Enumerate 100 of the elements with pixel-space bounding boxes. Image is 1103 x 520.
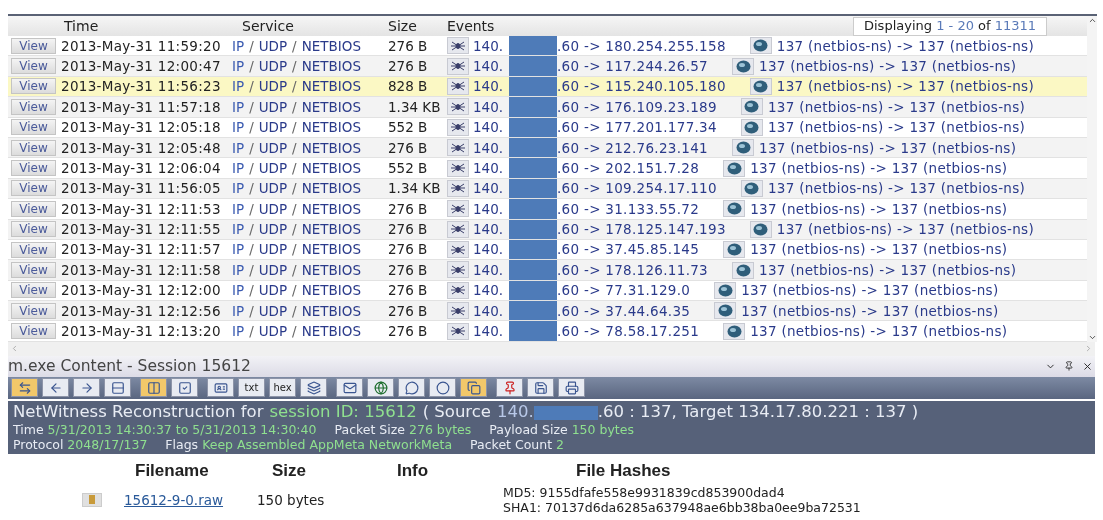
toolbar-button[interactable]: hex <box>269 378 296 398</box>
source-ip[interactable]: 140. <box>473 35 509 56</box>
source-ip[interactable]: 140. <box>473 300 509 321</box>
service-link[interactable]: UDP <box>258 76 288 97</box>
ports-link[interactable]: 137 (netbios-ns) -> 137 (netbios-ns) <box>759 137 1017 158</box>
pin-icon[interactable] <box>1064 361 1074 372</box>
source-ip[interactable]: 140. <box>473 157 509 179</box>
ports-link[interactable]: 137 (netbios-ns) -> 137 (netbios-ns) <box>750 157 1008 179</box>
ports-link[interactable]: 137 (netbios-ns) -> 137 (netbios-ns) <box>776 35 1034 56</box>
destination-ip[interactable]: .60 -> 117.244.26.57 <box>557 55 708 77</box>
table-row[interactable]: View 2013-May-31 12:12:00 IP / UDP / NETBIOS 276 B 140. .60 -> 77.31.129.0 137 (netbios-ns) -> 137 (netbios-ns) <box>8 280 1087 302</box>
ports-link[interactable]: 137 (netbios-ns) -> 137 (netbios-ns) <box>767 96 1026 117</box>
ports-link[interactable]: 137 (netbios-ns) -> 137 (netbios-ns) <box>750 198 1008 219</box>
service-link[interactable]: IP <box>232 178 245 199</box>
service-link[interactable]: NETBIOS <box>301 157 361 179</box>
source-ip[interactable]: 140. <box>473 280 509 301</box>
service-link[interactable]: NETBIOS <box>301 280 361 301</box>
view-button[interactable]: View <box>11 78 56 95</box>
table-row[interactable]: View 2013-May-31 12:05:18 IP / UDP / NETBIOS 552 B 140. .60 -> 177.201.177.34 137 (netbios-ns) -> 137 (netbios-ns) <box>8 117 1087 138</box>
ports-link[interactable]: 137 (netbios-ns) -> 137 (netbios-ns) <box>767 117 1026 138</box>
view-button[interactable]: View <box>11 323 56 340</box>
view-button[interactable]: View <box>11 160 56 177</box>
service-link[interactable]: IP <box>232 219 245 240</box>
close-icon[interactable] <box>1082 360 1093 372</box>
destination-ip[interactable]: .60 -> 212.76.23.141 <box>557 137 708 158</box>
service-link[interactable]: NETBIOS <box>301 300 361 321</box>
toolbar-button[interactable] <box>367 378 394 398</box>
service-link[interactable]: UDP <box>258 219 288 240</box>
view-button[interactable]: View <box>11 200 56 217</box>
service-link[interactable]: IP <box>232 96 245 117</box>
ports-link[interactable]: 137 (netbios-ns) -> 137 (netbios-ns) <box>776 219 1034 240</box>
service-link[interactable]: NETBIOS <box>301 219 361 240</box>
destination-ip[interactable]: .60 -> 77.31.129.0 <box>557 280 691 301</box>
table-row[interactable]: View 2013-May-31 11:57:18 IP / UDP / NETBIOS 1.34 KB 140. .60 -> 176.109.23.189 137 (netbios-ns) -> 137 (netbios-ns) <box>8 97 1087 118</box>
destination-ip[interactable]: .60 -> 109.254.17.110 <box>557 178 717 199</box>
service-link[interactable]: IP <box>232 76 245 97</box>
service-link[interactable]: UDP <box>258 55 288 77</box>
service-link[interactable]: UDP <box>258 280 288 301</box>
table-row[interactable]: View 2013-May-31 12:13:20 IP / UDP / NETBIOS 276 B 140. .60 -> 78.58.17.251 137 (netbios-ns) -> 137 (netbios-ns) <box>8 321 1087 342</box>
source-ip[interactable]: 140. <box>473 96 509 117</box>
ports-link[interactable]: 137 (netbios-ns) -> 137 (netbios-ns) <box>741 300 999 321</box>
service-link[interactable]: UDP <box>258 239 288 260</box>
destination-ip[interactable]: .60 -> 37.44.64.35 <box>557 300 691 321</box>
view-button[interactable]: View <box>11 282 56 299</box>
service-link[interactable]: UDP <box>258 178 288 199</box>
ports-link[interactable]: 137 (netbios-ns) -> 137 (netbios-ns) <box>750 239 1008 260</box>
service-link[interactable]: IP <box>232 198 245 219</box>
toolbar-button[interactable] <box>11 378 38 398</box>
toolbar-button[interactable] <box>171 378 198 398</box>
ports-link[interactable]: 137 (netbios-ns) -> 137 (netbios-ns) <box>741 280 999 301</box>
service-link[interactable]: UDP <box>258 117 288 138</box>
source-ip[interactable]: 140. <box>473 55 509 77</box>
table-row[interactable]: View 2013-May-31 11:56:23 IP / UDP / NETBIOS 828 B 140. .60 -> 115.240.105.180 137 (netbios-ns) -> 137 (netbios-ns) <box>8 76 1087 98</box>
view-button[interactable]: View <box>11 98 56 115</box>
service-link[interactable]: NETBIOS <box>301 96 361 117</box>
destination-ip[interactable]: .60 -> 37.45.85.145 <box>557 239 700 260</box>
service-link[interactable]: NETBIOS <box>301 76 361 97</box>
toolbar-button[interactable] <box>300 378 327 398</box>
toolbar-button[interactable] <box>42 378 69 398</box>
toolbar-button[interactable] <box>140 378 167 398</box>
service-link[interactable]: IP <box>232 55 245 77</box>
table-row[interactable]: View 2013-May-31 12:12:56 IP / UDP / NETBIOS 276 B 140. .60 -> 37.44.64.35 137 (netbios-ns) -> 137 (netbios-ns) <box>8 301 1087 322</box>
service-link[interactable]: IP <box>232 117 245 138</box>
view-button[interactable]: View <box>11 180 56 197</box>
view-button[interactable]: View <box>11 37 56 54</box>
toolbar-button[interactable] <box>429 378 456 398</box>
service-link[interactable]: UDP <box>258 157 288 179</box>
service-link[interactable]: IP <box>232 300 245 321</box>
service-link[interactable]: IP <box>232 35 245 56</box>
service-link[interactable]: NETBIOS <box>301 178 361 199</box>
table-row[interactable]: View 2013-May-31 12:11:58 IP / UDP / NETBIOS 276 B 140. .60 -> 178.126.11.73 137 (netbios-ns) -> 137 (netbios-ns) <box>8 260 1087 281</box>
source-ip[interactable]: 140. <box>473 321 509 342</box>
toolbar-button[interactable] <box>496 378 523 398</box>
view-button[interactable]: View <box>11 58 56 75</box>
service-link[interactable]: UDP <box>258 96 288 117</box>
toolbar-button[interactable] <box>460 378 487 398</box>
source-ip[interactable]: 140. <box>473 259 509 281</box>
filename-link[interactable]: 15612-9-0.raw <box>124 489 257 510</box>
toolbar-button[interactable]: txt <box>238 378 265 398</box>
service-link[interactable]: NETBIOS <box>301 35 361 56</box>
view-button[interactable]: View <box>11 241 56 258</box>
ports-link[interactable]: 137 (netbios-ns) -> 137 (netbios-ns) <box>759 55 1017 77</box>
table-row[interactable]: View 2013-May-31 12:05:48 IP / UDP / NETBIOS 276 B 140. .60 -> 212.76.23.141 137 (netbios-ns) -> 137 (netbios-ns) <box>8 137 1087 159</box>
destination-ip[interactable]: .60 -> 178.126.11.73 <box>557 259 708 281</box>
toolbar-button[interactable] <box>73 378 100 398</box>
table-row[interactable]: View 2013-May-31 12:00:47 IP / UDP / NETBIOS 276 B 140. .60 -> 117.244.26.57 137 (netbios-ns) -> 137 (netbios-ns) <box>8 56 1087 77</box>
source-ip[interactable]: 140. <box>473 137 509 158</box>
service-link[interactable]: NETBIOS <box>301 239 361 260</box>
ports-link[interactable]: 137 (netbios-ns) -> 137 (netbios-ns) <box>759 259 1017 281</box>
service-link[interactable]: IP <box>232 280 245 301</box>
service-link[interactable]: IP <box>232 157 245 179</box>
table-row[interactable]: View 2013-May-31 12:11:55 IP / UDP / NETBIOS 276 B 140. .60 -> 178.125.147.193 137 (netbios-ns) -> 137 (netbios-ns) <box>8 219 1087 240</box>
table-row[interactable]: View 2013-May-31 11:56:05 IP / UDP / NETBIOS 1.34 KB 140. .60 -> 109.254.17.110 137 (netbios-ns) -> 137 (netbios-ns) <box>8 178 1087 200</box>
scroll-up-icon[interactable] <box>1087 16 1097 25</box>
service-link[interactable]: NETBIOS <box>301 259 361 281</box>
table-row[interactable]: View 2013-May-31 12:11:57 IP / UDP / NETBIOS 276 B 140. .60 -> 37.45.85.145 137 (netbios-ns) -> 137 (netbios-ns) <box>8 239 1087 261</box>
source-ip[interactable]: 140. <box>473 178 509 199</box>
service-link[interactable]: UDP <box>258 137 288 158</box>
service-link[interactable]: NETBIOS <box>301 137 361 158</box>
service-link[interactable]: IP <box>232 239 245 260</box>
